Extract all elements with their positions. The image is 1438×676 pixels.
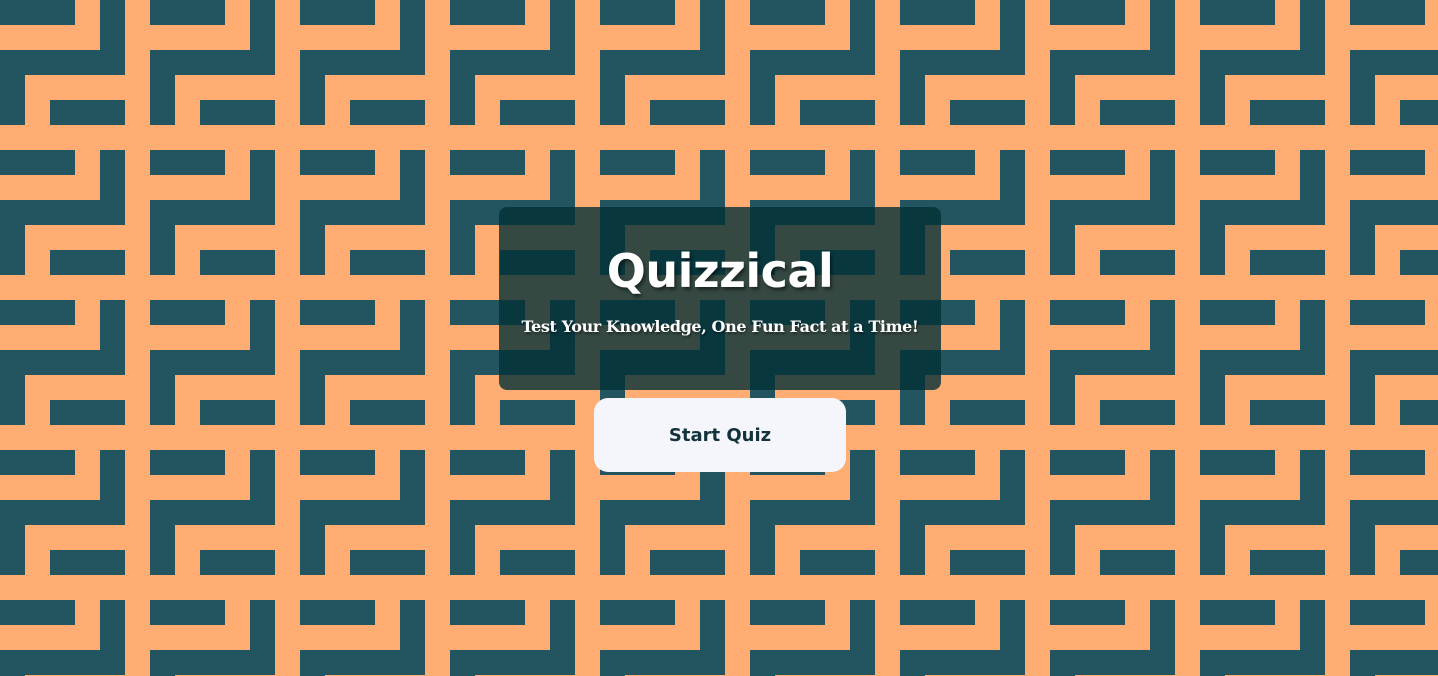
start-quiz-button[interactable]: Start Quiz (594, 398, 846, 472)
title-card: Quizzical Test Your Knowledge, One Fun F… (499, 207, 941, 390)
app-tagline: Test Your Knowledge, One Fun Fact at a T… (521, 317, 919, 336)
app-title: Quizzical (606, 244, 834, 298)
